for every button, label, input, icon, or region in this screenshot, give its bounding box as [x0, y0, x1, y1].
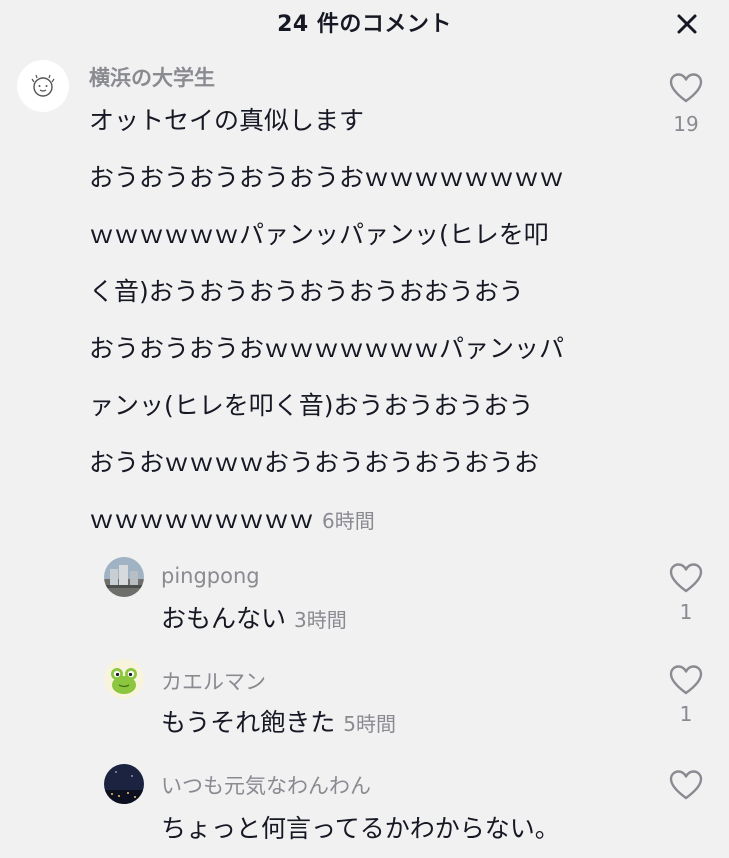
avatar[interactable]: [17, 60, 69, 112]
comment-timestamp: 6時間: [322, 509, 375, 533]
comment-item: 横浜の大学生 オットセイの真似します おうおうおうおうおうおｗｗｗｗｗｗｗｗ ｗ…: [0, 50, 729, 540]
night-photo-avatar-icon: [104, 764, 144, 804]
like-button[interactable]: [669, 769, 703, 801]
reply-text-line: おもんない 3時間: [161, 590, 347, 649]
reply-username[interactable]: カエルマン: [161, 666, 266, 696]
reply-text: ちょっと何言ってるかわからない。: [161, 814, 560, 843]
comment-line: おうおうおうおｗｗｗｗｗｗｗパァンッパ: [89, 334, 565, 363]
comment-line: く音)おうおうおうおうおうおおうおう: [89, 277, 524, 306]
like-count: 1: [679, 600, 693, 624]
reply-text-line: ちょっと何言ってるかわからない。: [161, 800, 560, 857]
reply-text: おもんない: [161, 604, 287, 633]
avatar[interactable]: [104, 764, 144, 804]
avatar[interactable]: [104, 557, 144, 597]
comments-count-title: 24 件のコメント: [277, 12, 452, 37]
like-button[interactable]: [669, 664, 703, 696]
reply-username[interactable]: いつも元気なわんわん: [161, 770, 371, 800]
reply-item: カエルマン もうそれ飽きた 5時間 1: [0, 652, 729, 747]
reply-text-line: もうそれ飽きた 5時間: [161, 694, 396, 753]
reply-item: pingpong おもんない 3時間 1: [0, 550, 729, 645]
comments-header: 24 件のコメント: [0, 0, 729, 44]
avatar[interactable]: [104, 659, 144, 699]
heart-outline-icon: [669, 563, 703, 593]
frog-avatar-icon: [111, 668, 137, 694]
comment-username[interactable]: 横浜の大学生: [89, 62, 215, 92]
reply-item: いつも元気なわんわん ちょっと何言ってるかわからない。: [0, 755, 729, 858]
like-button[interactable]: [669, 72, 703, 104]
comment-line: オットセイの真似します: [89, 106, 365, 135]
photo-avatar-icon: [104, 557, 144, 597]
close-icon: [677, 14, 697, 34]
close-button[interactable]: [673, 10, 701, 38]
comment-line: ァンッ(ヒレを叩く音)おうおうおうおう: [89, 391, 534, 420]
comment-last-line: ｗｗｗｗｗｗｗｗｗ 6時間: [89, 491, 375, 550]
reply-username[interactable]: pingpong: [161, 564, 260, 588]
comment-line: ｗｗｗｗｗｗパァンッパァンッ(ヒレを叩: [89, 220, 549, 249]
comment-line: おうおうおうおうおうおｗｗｗｗｗｗｗｗ: [89, 163, 565, 192]
like-count: 1: [679, 702, 693, 726]
comment-line: おうおｗｗｗｗおうおうおうおうおうお: [89, 448, 540, 477]
reply-timestamp: 3時間: [294, 608, 347, 632]
reply-text: もうそれ飽きた: [161, 708, 336, 737]
default-avatar-icon: [31, 74, 55, 97]
heart-outline-icon: [669, 770, 703, 800]
like-count: 19: [673, 112, 699, 136]
like-button[interactable]: [669, 562, 703, 594]
comment-line: ｗｗｗｗｗｗｗｗｗ: [89, 505, 315, 534]
heart-outline-icon: [669, 73, 703, 103]
heart-outline-icon: [669, 665, 703, 695]
reply-timestamp: 5時間: [343, 712, 396, 736]
